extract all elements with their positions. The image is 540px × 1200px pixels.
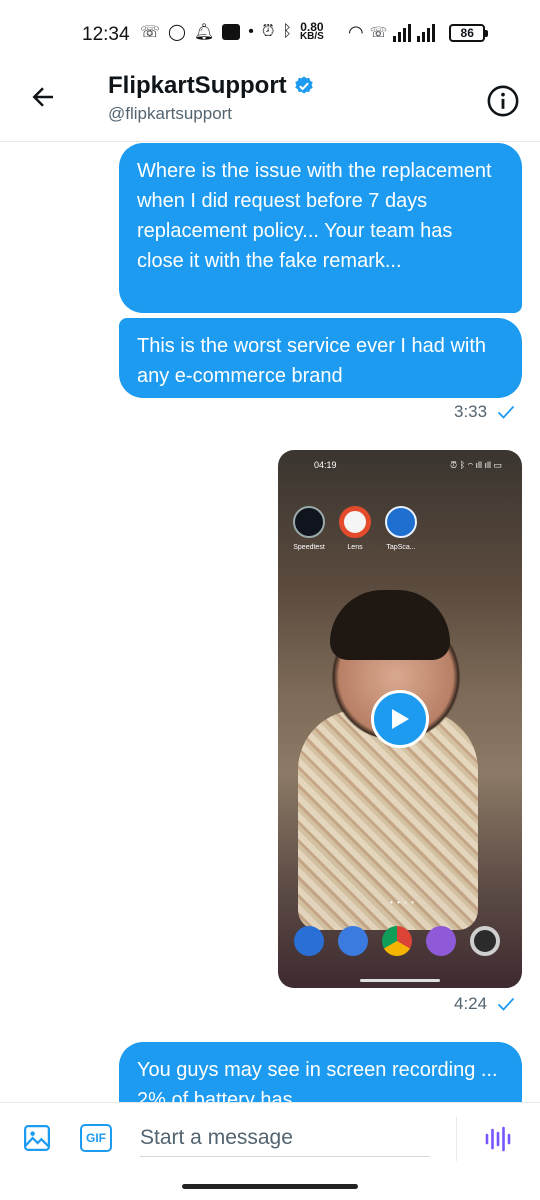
- message-bubble[interactable]: This is the worst service ever I had wit…: [119, 318, 522, 398]
- account-handle: @flipkartsupport: [108, 104, 233, 123]
- composer-divider: [456, 1117, 457, 1161]
- image-icon[interactable]: [22, 1123, 52, 1153]
- message-meta: 3:33: [454, 402, 515, 422]
- system-home-bar: [182, 1184, 358, 1189]
- play-button[interactable]: [371, 690, 429, 748]
- signal-2-icon: [417, 23, 436, 42]
- whatsapp-icon: ◯: [168, 24, 186, 41]
- video-app: Lens: [338, 506, 372, 551]
- status-icons: ☏ ◯ 🔔︎ • ⏰︎ ᛒ 0.80 KB/S: [140, 20, 324, 42]
- voice-message-icon[interactable]: [482, 1123, 514, 1155]
- bell-icon: 🔔︎: [193, 24, 215, 41]
- page-dots: • • ◦ •: [390, 898, 415, 907]
- video-home-bar: [360, 979, 440, 982]
- check-icon: [497, 997, 515, 1011]
- camera-icon: [470, 926, 500, 956]
- message-meta: 4:24: [454, 994, 515, 1014]
- message-bubble[interactable]: Where is the issue with the replacement …: [119, 143, 522, 313]
- video-app-row: Speedtest Lens TapSca...: [292, 506, 418, 551]
- video-status-time: 04:19: [314, 460, 337, 470]
- play-icon: [392, 709, 409, 729]
- volte-icon: ☏: [369, 24, 388, 40]
- status-right: ◠ ☏ 86: [348, 22, 489, 43]
- battery-icon: 86: [449, 23, 489, 42]
- speedtest-icon: [293, 506, 325, 538]
- check-icon: [497, 405, 515, 419]
- message-time: 3:33: [454, 402, 488, 421]
- video-message[interactable]: 04:19 ⏰︎ ᛒ ◠ ıll ıll ▭ Speedtest Lens Ta…: [278, 450, 522, 988]
- message-bubble[interactable]: You guys may see in screen recording ...…: [119, 1042, 522, 1102]
- alarm-icon: ⏰︎: [261, 23, 275, 40]
- video-subject-hair: [330, 590, 450, 660]
- wifi-icon: ◠: [348, 22, 364, 42]
- gif-button[interactable]: GIF: [80, 1124, 112, 1152]
- conversation-title[interactable]: FlipkartSupport: [108, 72, 315, 100]
- lens-icon: [339, 506, 371, 538]
- app-notification-icon: [222, 24, 241, 40]
- dot-icon: •: [248, 23, 254, 40]
- network-speed: 0.80 KB/S: [299, 20, 324, 42]
- verified-badge-icon: [294, 76, 313, 94]
- message-time: 4:24: [454, 994, 488, 1013]
- phone-icon: [294, 926, 324, 956]
- video-app: Speedtest: [292, 506, 326, 551]
- account-name: FlipkartSupport: [108, 72, 287, 99]
- chrome-icon: [382, 926, 412, 956]
- bluetooth-icon: ᛒ: [282, 23, 292, 40]
- message-input[interactable]: [140, 1119, 430, 1157]
- info-icon[interactable]: [486, 84, 520, 118]
- tapscanner-icon: [385, 506, 417, 538]
- missed-call-icon: ☏: [140, 24, 161, 41]
- status-bar: 12:34 ☏ ◯ 🔔︎ • ⏰︎ ᛒ 0.80 KB/S ◠ ☏ 86: [0, 0, 540, 70]
- back-arrow-icon[interactable]: [28, 82, 58, 112]
- status-time: 12:34: [82, 24, 130, 45]
- video-status-icons: ⏰︎ ᛒ ◠ ıll ıll ▭: [450, 460, 502, 470]
- signal-icon: [393, 23, 412, 42]
- video-dock: [294, 926, 500, 956]
- gallery-icon: [426, 926, 456, 956]
- conversation-header: FlipkartSupport @flipkartsupport: [0, 70, 540, 142]
- video-app: TapSca...: [384, 506, 418, 551]
- messages-icon: [338, 926, 368, 956]
